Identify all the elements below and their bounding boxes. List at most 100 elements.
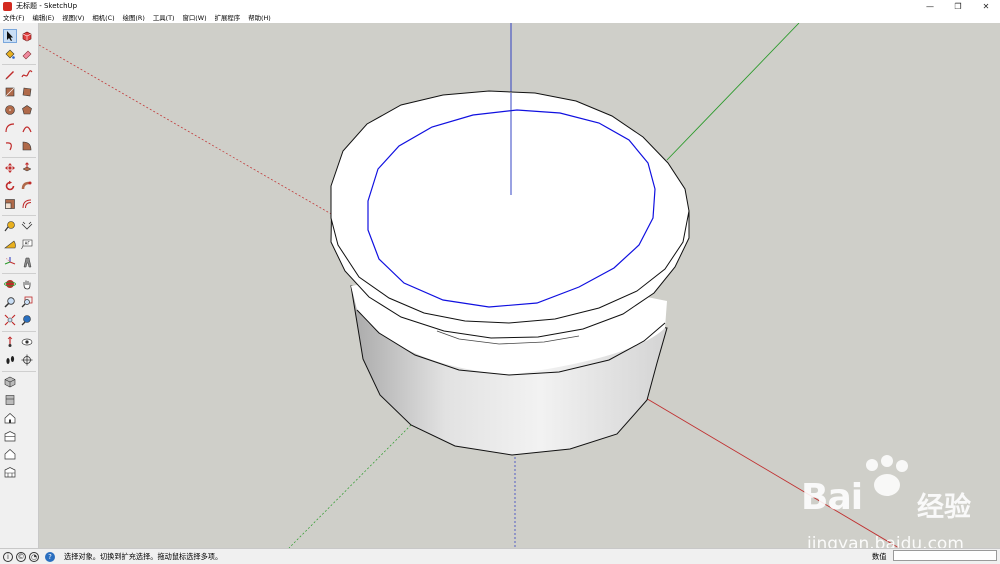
top-disc-face[interactable]	[330, 90, 690, 324]
scale-tool-button[interactable]	[3, 197, 17, 211]
credits-icon[interactable]: ©	[16, 551, 26, 562]
circle-tool-button[interactable]	[3, 103, 17, 117]
freehand-icon	[21, 70, 33, 78]
previous-view-tool-button[interactable]	[20, 313, 34, 327]
toolbar-separator	[2, 215, 36, 216]
axes-tool-button[interactable]	[3, 255, 17, 269]
previous-view-icon	[21, 315, 31, 326]
two-point-arc-icon	[22, 126, 32, 133]
toolbar-separator	[2, 331, 36, 332]
paint-bucket-tool-button[interactable]	[3, 47, 17, 61]
follow-me-icon	[21, 181, 32, 190]
toolbar-separator	[2, 371, 36, 372]
menu-draw[interactable]: 绘图(R)	[119, 13, 149, 22]
back-view-button[interactable]	[3, 447, 17, 461]
watermark: Bai 经验 jingyan.baidu.com	[767, 455, 997, 548]
pie-tool-button[interactable]	[20, 139, 34, 153]
restore-button[interactable]: ❐	[944, 0, 972, 12]
freehand-tool-button[interactable]	[20, 67, 34, 81]
eye-icon	[21, 338, 33, 346]
walk-tool-button[interactable]	[3, 353, 17, 367]
zoom-tool-button[interactable]	[3, 295, 17, 309]
rotated-rectangle-tool-button[interactable]	[20, 85, 34, 99]
circle-icon	[5, 105, 15, 115]
axes-icon	[4, 257, 16, 265]
menu-tools[interactable]: 工具(T)	[149, 13, 179, 22]
three-point-arc-icon	[5, 142, 12, 151]
measurements-label: 数值	[872, 552, 887, 561]
make-component-tool-button[interactable]	[20, 29, 34, 43]
help-icon[interactable]: ?	[45, 551, 55, 562]
rectangle-icon	[5, 87, 15, 97]
arc-tool-button[interactable]	[3, 121, 17, 135]
rotated-rectangle-icon	[22, 87, 32, 97]
tape-measure-icon	[4, 221, 15, 232]
zoom-window-tool-button[interactable]	[20, 295, 34, 309]
tape-measure-tool-button[interactable]	[3, 219, 17, 233]
position-camera-icon	[7, 336, 13, 347]
iso-view-button[interactable]	[3, 375, 17, 389]
rotate-tool-button[interactable]	[3, 179, 17, 193]
eraser-tool-button[interactable]	[20, 47, 34, 61]
measurements-input[interactable]	[893, 550, 997, 561]
toolbar-separator	[2, 157, 36, 158]
menu-view[interactable]: 视图(V)	[58, 13, 88, 22]
toolbar-separator	[2, 64, 36, 65]
position-camera-tool-button[interactable]	[3, 335, 17, 349]
watermark-logo-text: Bai	[801, 477, 863, 518]
pie-icon	[22, 141, 32, 151]
red-axis-dotted	[39, 44, 334, 216]
move-tool-button[interactable]	[3, 161, 17, 175]
status-bar: i © ◔ ? 选择对象。切换到扩充选择。拖动鼠标选择多项。 数值	[0, 548, 1000, 564]
eraser-icon	[22, 50, 32, 60]
move-icon	[5, 163, 15, 173]
offset-tool-button[interactable]	[20, 197, 34, 211]
minimize-button[interactable]: —	[916, 0, 944, 12]
zoom-extents-tool-button[interactable]	[3, 313, 17, 327]
status-text: 选择对象。切换到扩充选择。拖动鼠标选择多项。	[64, 551, 223, 561]
zoom-extents-icon	[4, 314, 16, 326]
section-plane-tool-button[interactable]	[20, 353, 34, 367]
dimension-tool-button[interactable]	[20, 219, 34, 233]
close-button[interactable]: ✕	[972, 0, 1000, 12]
polygon-icon	[22, 105, 32, 115]
drawing-area[interactable]: Bai 经验 jingyan.baidu.com	[39, 23, 1000, 548]
push-pull-icon	[22, 162, 32, 172]
menu-help[interactable]: 帮助(H)	[244, 13, 275, 22]
follow-me-tool-button[interactable]	[20, 179, 34, 193]
line-tool-button[interactable]	[3, 67, 17, 81]
polygon-tool-button[interactable]	[20, 103, 34, 117]
geo-location-icon[interactable]: i	[3, 551, 13, 562]
footprints-icon	[6, 356, 15, 364]
push-pull-tool-button[interactable]	[20, 161, 34, 175]
top-view-button[interactable]	[3, 393, 17, 407]
watermark-logo-cn: 经验	[917, 492, 971, 523]
large-tool-set	[0, 23, 39, 548]
three-point-arc-tool-button[interactable]	[3, 139, 17, 153]
pan-tool-button[interactable]	[20, 277, 34, 291]
user-icon[interactable]: ◔	[29, 551, 39, 562]
orbit-icon	[4, 280, 16, 288]
menu-camera[interactable]: 相机(C)	[88, 13, 118, 22]
orbit-tool-button[interactable]	[3, 277, 17, 291]
text-icon	[21, 239, 33, 250]
rectangle-tool-button[interactable]	[3, 85, 17, 99]
watermark-url: jingyan.baidu.com	[807, 534, 964, 548]
left-view-button[interactable]	[3, 465, 17, 479]
look-around-tool-button[interactable]	[20, 335, 34, 349]
text-tool-button[interactable]	[20, 237, 34, 251]
zoom-icon	[4, 297, 15, 308]
menu-file[interactable]: 文件(F)	[0, 13, 28, 22]
zoom-window-icon	[21, 296, 33, 308]
menu-extensions[interactable]: 扩展程序	[211, 13, 245, 22]
protractor-tool-button[interactable]	[3, 237, 17, 251]
3d-text-tool-button[interactable]	[20, 255, 34, 269]
select-tool-button[interactable]	[3, 29, 17, 43]
scale-icon	[5, 199, 15, 209]
two-point-arc-tool-button[interactable]	[20, 121, 34, 135]
right-view-button[interactable]	[3, 429, 17, 443]
menu-edit[interactable]: 编辑(E)	[28, 13, 58, 22]
menu-window[interactable]: 窗口(W)	[179, 13, 211, 22]
front-view-button[interactable]	[3, 411, 17, 425]
arc-icon	[5, 123, 15, 133]
